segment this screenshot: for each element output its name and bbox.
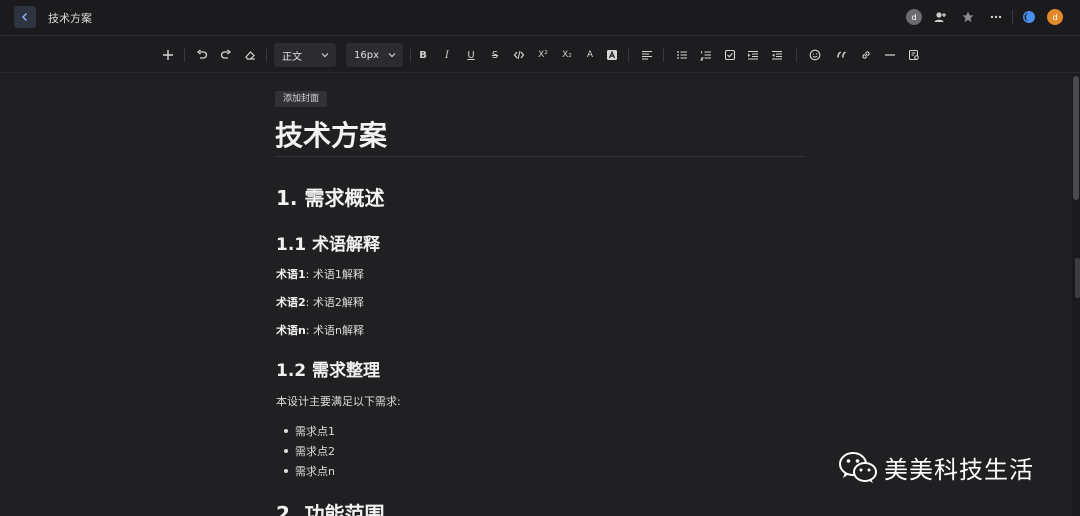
- title-divider: [275, 156, 805, 157]
- add-user-icon[interactable]: [933, 10, 947, 24]
- superscript-icon[interactable]: X²: [536, 48, 550, 62]
- align-icon[interactable]: [640, 48, 654, 62]
- eraser-icon[interactable]: [243, 48, 257, 62]
- star-icon[interactable]: [961, 10, 975, 24]
- term-name: 术语2: [276, 296, 306, 309]
- list-item: 需求点1: [284, 425, 335, 438]
- chevron-down-icon: [321, 53, 329, 58]
- collaborator-avatar[interactable]: d: [906, 9, 922, 25]
- link-icon[interactable]: [859, 48, 873, 62]
- top-bar: 技术方案 d d: [0, 0, 1080, 36]
- more-icon[interactable]: [989, 10, 1003, 24]
- paragraph: 本设计主要满足以下需求:: [276, 395, 401, 408]
- user-avatar[interactable]: d: [1047, 9, 1063, 25]
- side-handle[interactable]: [1075, 258, 1080, 298]
- toolbar-divider: [796, 48, 797, 62]
- paragraph-style-select[interactable]: 正文: [274, 43, 336, 67]
- editor-toolbar: 正文 16px B I U S X² X₂ A: [0, 37, 1080, 73]
- highlight-icon[interactable]: [605, 48, 619, 62]
- term-line: 术语2: 术语2解释: [276, 294, 364, 310]
- task-list-icon[interactable]: [723, 48, 737, 62]
- chevron-down-icon: [388, 53, 396, 58]
- code-icon[interactable]: [512, 48, 526, 62]
- toolbar-divider: [266, 48, 267, 62]
- heading-1: 1. 需求概述: [276, 186, 385, 210]
- undo-icon[interactable]: [195, 48, 209, 62]
- heading-2: 1.2 需求整理: [276, 361, 381, 381]
- subscript-icon[interactable]: X₂: [560, 48, 574, 62]
- strikethrough-icon[interactable]: S: [488, 48, 502, 62]
- underline-icon[interactable]: U: [464, 48, 478, 62]
- term-desc: : 术语2解释: [305, 296, 364, 309]
- term-line: 术语n: 术语n解释: [276, 322, 364, 338]
- term-name: 术语n: [276, 324, 306, 337]
- font-size-value: 16px: [354, 49, 379, 61]
- indent-icon[interactable]: [746, 48, 760, 62]
- app-logo-icon[interactable]: [1022, 10, 1036, 24]
- font-color-icon[interactable]: A: [583, 48, 597, 62]
- bold-icon[interactable]: B: [416, 48, 430, 62]
- toolbar-divider: [184, 48, 185, 62]
- toolbar-divider: [410, 48, 411, 62]
- font-size-select[interactable]: 16px: [346, 43, 403, 67]
- emoji-icon[interactable]: [808, 48, 822, 62]
- chevron-left-icon: [22, 13, 27, 21]
- heading-2: 1.1 术语解释: [276, 235, 381, 255]
- term-desc: : 术语1解释: [305, 268, 364, 281]
- list-item: 需求点2: [284, 445, 335, 458]
- redo-icon[interactable]: [219, 48, 233, 62]
- more-tools-icon[interactable]: [907, 48, 921, 62]
- doc-title: 技术方案: [48, 12, 92, 25]
- bullet-list-icon[interactable]: [675, 48, 689, 62]
- list-item: 需求点n: [284, 465, 335, 478]
- watermark-text: 美美科技生活: [884, 455, 1034, 484]
- watermark: 美美科技生活: [838, 448, 1034, 486]
- italic-icon[interactable]: I: [440, 48, 454, 62]
- add-cover-button[interactable]: 添加封面: [275, 91, 328, 107]
- wechat-icon: [839, 452, 877, 483]
- document-title[interactable]: 技术方案: [275, 114, 387, 154]
- toolbar-divider: [628, 48, 629, 62]
- heading-1: 2. 功能范围: [276, 502, 385, 516]
- outdent-icon[interactable]: [770, 48, 784, 62]
- ordered-list-icon[interactable]: [699, 48, 713, 62]
- divider-icon[interactable]: [883, 48, 897, 62]
- paragraph-style-value: 正文: [282, 51, 302, 63]
- term-line: 术语1: 术语1解释: [276, 266, 364, 282]
- term-name: 术语1: [276, 268, 306, 281]
- divider: [1012, 10, 1013, 24]
- quote-icon[interactable]: [835, 48, 849, 62]
- scrollbar-thumb[interactable]: [1073, 76, 1079, 200]
- back-button[interactable]: [14, 6, 36, 28]
- term-desc: : 术语n解释: [305, 324, 365, 337]
- add-icon[interactable]: [161, 48, 175, 62]
- toolbar-divider: [663, 48, 664, 62]
